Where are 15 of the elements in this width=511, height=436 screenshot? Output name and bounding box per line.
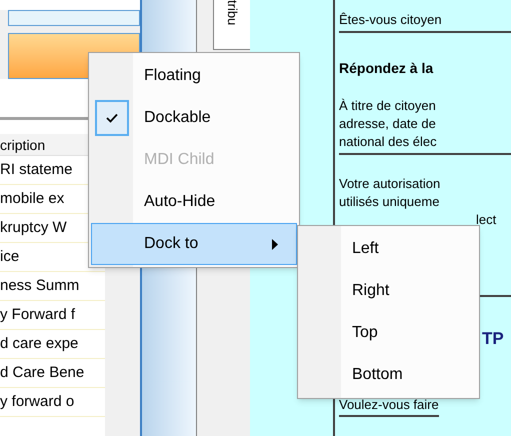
paragraph-text: national des élec xyxy=(339,133,438,151)
section-heading: TP xyxy=(482,330,505,348)
section-heading: Répondez à la xyxy=(339,59,434,77)
menu-item-label: Dockable xyxy=(144,108,212,128)
question-text: Êtes-vous citoyen xyxy=(339,11,511,33)
menu-item-label: Auto-Hide xyxy=(144,192,216,212)
paragraph-text: À titre de citoyen xyxy=(339,97,437,115)
paragraph-text: lect xyxy=(476,211,498,229)
menu-item-label: MDI Child xyxy=(144,150,216,170)
paragraph-text: Votre autorisation xyxy=(339,175,442,193)
menu-item-label: Floating xyxy=(144,66,202,86)
menu-item-label: Dock to xyxy=(144,234,200,254)
paragraph-text: adresse, date de xyxy=(339,115,437,133)
paragraph-text: utilisés uniqueme xyxy=(339,193,440,211)
side-tab-label: tribu xyxy=(224,0,240,26)
